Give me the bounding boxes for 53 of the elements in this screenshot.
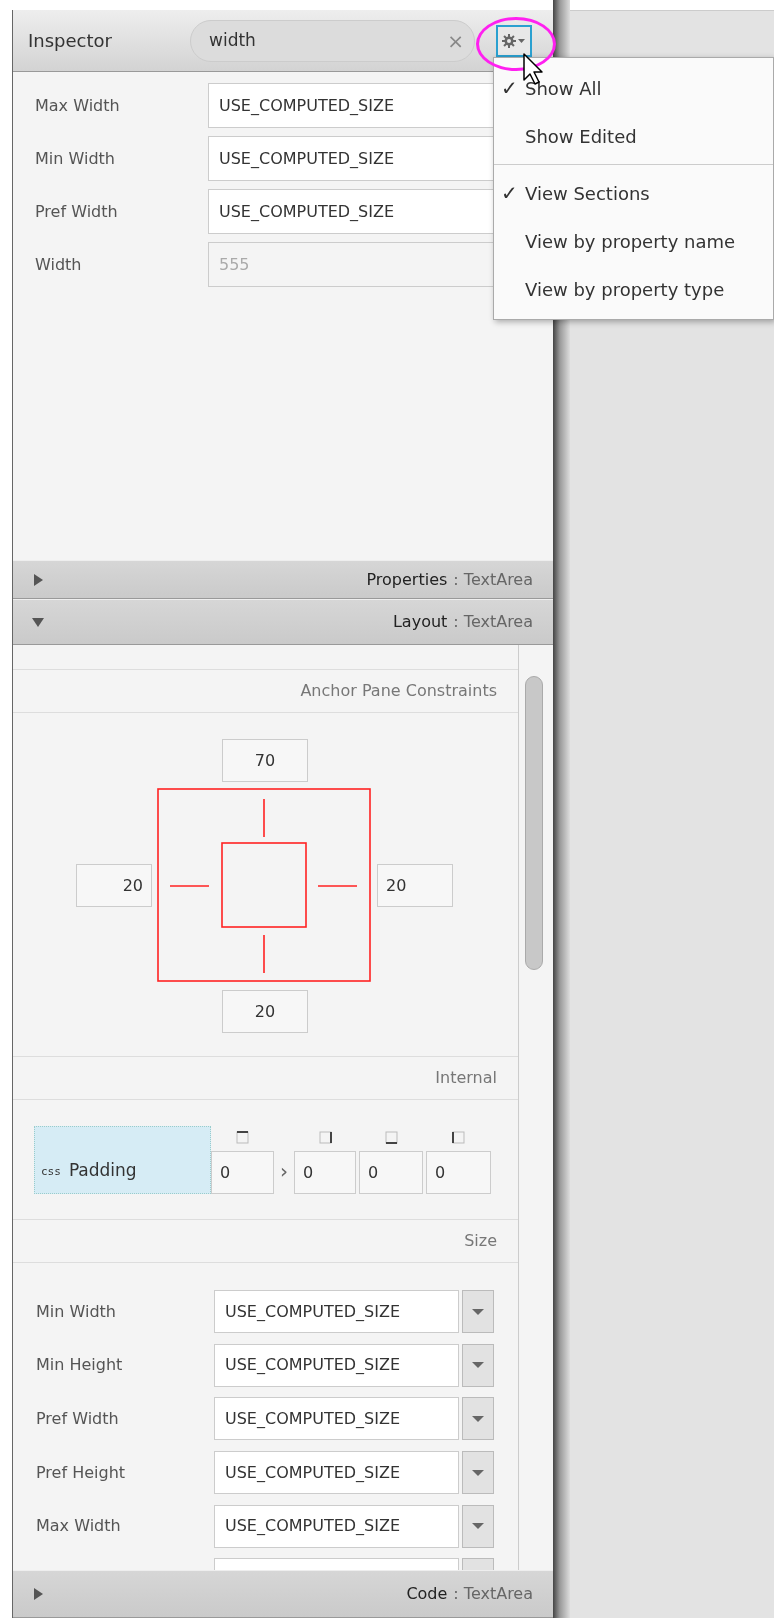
section-heading: Anchor Pane Constraints bbox=[300, 680, 497, 702]
property-label: Max Width bbox=[34, 94, 121, 117]
scrollbar-thumb[interactable] bbox=[525, 676, 543, 970]
property-label: Max Width bbox=[36, 1515, 122, 1538]
padding-field[interactable]: 0 bbox=[359, 1151, 423, 1194]
dropdown-button[interactable] bbox=[462, 1343, 494, 1387]
caret-icon bbox=[472, 1468, 484, 1477]
panel-title: Inspector bbox=[28, 29, 113, 53]
combo-field[interactable]: USE_COMPUTED_SIZE bbox=[214, 1504, 459, 1548]
dropdown-button[interactable] bbox=[462, 1397, 494, 1441]
property-label: Pref Width bbox=[34, 200, 119, 223]
padding-label-cell[interactable]: css Padding bbox=[34, 1126, 211, 1194]
section-header[interactable]: Code : TextArea bbox=[13, 1570, 553, 1618]
top-side-icon bbox=[235, 1130, 250, 1145]
anchor-field[interactable]: 20 bbox=[377, 864, 453, 907]
search-field[interactable]: width × bbox=[190, 19, 475, 62]
anchor-field[interactable]: 20 bbox=[76, 864, 152, 907]
dropdown-button[interactable] bbox=[462, 1451, 494, 1495]
section-heading: Size bbox=[464, 1230, 497, 1252]
combo-field[interactable]: USE_COMPUTED_SIZE bbox=[214, 1451, 459, 1495]
settings-button[interactable] bbox=[496, 24, 532, 57]
combo-field[interactable]: USE_COMPUTED_SIZE bbox=[214, 1290, 459, 1333]
anchor-field[interactable]: 20 bbox=[222, 990, 308, 1033]
property-label: Width bbox=[34, 253, 83, 276]
caret-icon bbox=[472, 1361, 484, 1370]
property-label: Min Width bbox=[36, 1300, 117, 1323]
padding-label: Padding bbox=[68, 1158, 137, 1182]
property-label: Min Height bbox=[36, 1354, 124, 1377]
section-header[interactable]: Properties : TextArea bbox=[13, 560, 553, 599]
dropdown-button[interactable] bbox=[462, 1504, 494, 1548]
anchor-field[interactable]: 70 bbox=[222, 739, 308, 782]
caret-icon bbox=[472, 1522, 484, 1531]
property-label: Pref Height bbox=[36, 1461, 127, 1484]
section-heading: Internal bbox=[435, 1067, 497, 1089]
property-label: Min Width bbox=[34, 147, 116, 170]
padding-field[interactable]: 0 bbox=[294, 1151, 356, 1194]
chevron-icon: › bbox=[274, 1156, 294, 1186]
check-icon: ✓ bbox=[501, 76, 518, 100]
combo-field[interactable]: USE_COMPUTED_SIZE bbox=[214, 1343, 459, 1387]
caret-icon bbox=[472, 1414, 484, 1423]
section-header[interactable]: Layout : TextArea bbox=[13, 599, 553, 645]
right-side-icon bbox=[317, 1130, 333, 1145]
css-label: css bbox=[41, 1163, 61, 1180]
dropdown-button[interactable] bbox=[462, 1290, 494, 1333]
padding-field[interactable]: 0 bbox=[211, 1151, 274, 1194]
property-label: Pref Width bbox=[36, 1407, 120, 1430]
caret-icon bbox=[472, 1307, 484, 1316]
padding-field[interactable]: 0 bbox=[426, 1151, 491, 1194]
left-side-icon bbox=[451, 1130, 466, 1145]
combo-field[interactable]: USE_COMPUTED_SIZE bbox=[214, 1397, 459, 1441]
bottom-side-icon bbox=[383, 1130, 399, 1145]
gear-icon bbox=[501, 32, 527, 49]
check-icon: ✓ bbox=[501, 181, 518, 205]
